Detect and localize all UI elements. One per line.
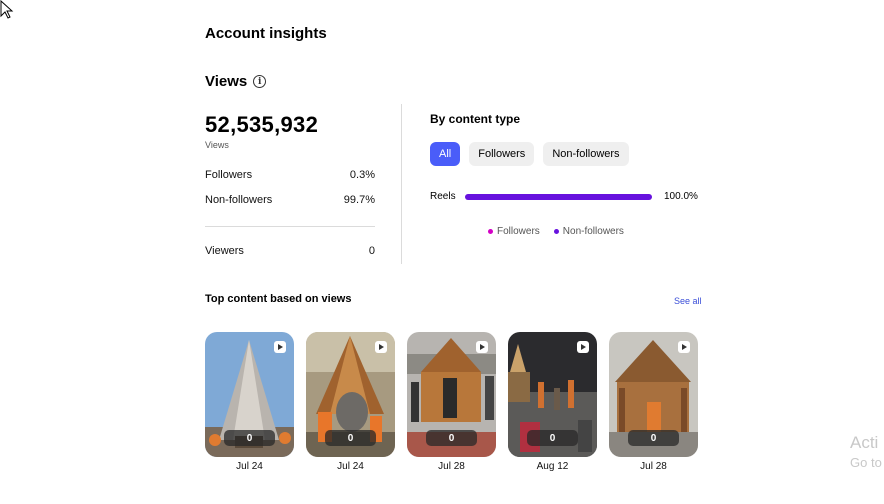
legend-non-followers: Non-followers xyxy=(553,226,624,237)
followers-label: Followers xyxy=(205,169,253,181)
reels-bar-value: 100.0% xyxy=(664,191,698,202)
content-item: 0 Jul 24 xyxy=(306,332,395,472)
reel-icon xyxy=(678,341,690,353)
nonfollowers-pct: 99.7% xyxy=(343,194,375,206)
mouse-cursor-icon xyxy=(0,0,14,19)
top-content-title: Top content based on views xyxy=(205,293,352,305)
content-item: 0 Jul 28 xyxy=(407,332,496,472)
content-item: 0 Jul 24 xyxy=(205,332,294,472)
content-view-count: 0 xyxy=(426,430,477,446)
content-date: Jul 24 xyxy=(337,461,364,472)
top-content-list: 0 Jul 24 0 Jul 24 0 Jul 28 0 Aug 12 0 Ju… xyxy=(205,332,698,472)
content-date: Jul 28 xyxy=(438,461,465,472)
views-total: 52,535,932 xyxy=(205,112,319,137)
vertical-divider xyxy=(401,104,402,264)
reels-bar-fill xyxy=(465,193,652,200)
content-view-count: 0 xyxy=(628,430,679,446)
views-total-label: Views xyxy=(205,140,229,150)
reel-icon xyxy=(577,341,589,353)
reels-bar-label: Reels xyxy=(430,191,456,202)
reel-icon xyxy=(274,341,286,353)
legend-followers-dot xyxy=(488,229,493,234)
content-thumbnail[interactable]: 0 xyxy=(508,332,597,457)
watermark-line-1: Acti xyxy=(850,433,879,452)
legend-followers: Followers xyxy=(488,226,540,237)
legend-non-followers-label: Non-followers xyxy=(562,226,624,237)
content-date: Aug 12 xyxy=(536,461,569,472)
see-all-link[interactable]: See all xyxy=(674,296,702,306)
legend-followers-label: Followers xyxy=(497,226,540,237)
tab-non-followers[interactable]: Non-followers xyxy=(543,142,629,166)
content-type-title: By content type xyxy=(430,112,521,126)
nonfollowers-row: Non-followers 99.7% xyxy=(205,194,375,206)
reels-bar-row: Reels 100.0% xyxy=(430,191,700,202)
summary-divider xyxy=(205,226,375,227)
reel-icon xyxy=(476,341,488,353)
followers-pct: 0.3% xyxy=(349,169,375,181)
viewers-row: Viewers 0 xyxy=(205,245,375,257)
views-heading-label: Views xyxy=(205,73,248,90)
info-icon[interactable]: i xyxy=(253,75,267,88)
content-date: Jul 24 xyxy=(236,461,263,472)
content-view-count: 0 xyxy=(224,430,275,446)
tab-all[interactable]: All xyxy=(430,142,461,166)
activation-watermark: Acti Go to xyxy=(850,433,882,473)
reels-bar-track xyxy=(465,193,652,200)
content-thumbnail[interactable]: 0 xyxy=(306,332,395,457)
legend-non-followers-dot xyxy=(553,229,559,234)
legend: Followers Non-followers xyxy=(488,226,624,237)
followers-row: Followers 0.3% xyxy=(205,169,375,181)
content-date: Jul 28 xyxy=(640,461,667,472)
content-thumbnail[interactable]: 0 xyxy=(609,332,698,457)
content-type-panel: By content type All Followers Non-follow… xyxy=(430,112,700,237)
nonfollowers-label: Non-followers xyxy=(205,194,273,206)
content-thumbnail[interactable]: 0 xyxy=(407,332,496,457)
content-view-count: 0 xyxy=(325,430,376,446)
viewers-label: Viewers xyxy=(205,245,244,257)
content-item: 0 Aug 12 xyxy=(508,332,597,472)
tab-followers[interactable]: Followers xyxy=(469,142,535,166)
audience-tabs: All Followers Non-followers xyxy=(430,142,629,166)
watermark-line-2: Go to xyxy=(850,455,882,470)
content-thumbnail[interactable]: 0 xyxy=(205,332,294,457)
views-summary: 52,535,932 Views Followers 0.3% Non-foll… xyxy=(205,112,375,257)
viewers-value: 0 xyxy=(368,245,375,257)
content-view-count: 0 xyxy=(527,430,578,446)
content-item: 0 Jul 28 xyxy=(609,332,698,472)
page-title: Account insights xyxy=(205,25,327,42)
views-heading: Views i xyxy=(205,73,267,90)
reel-icon xyxy=(375,341,387,353)
